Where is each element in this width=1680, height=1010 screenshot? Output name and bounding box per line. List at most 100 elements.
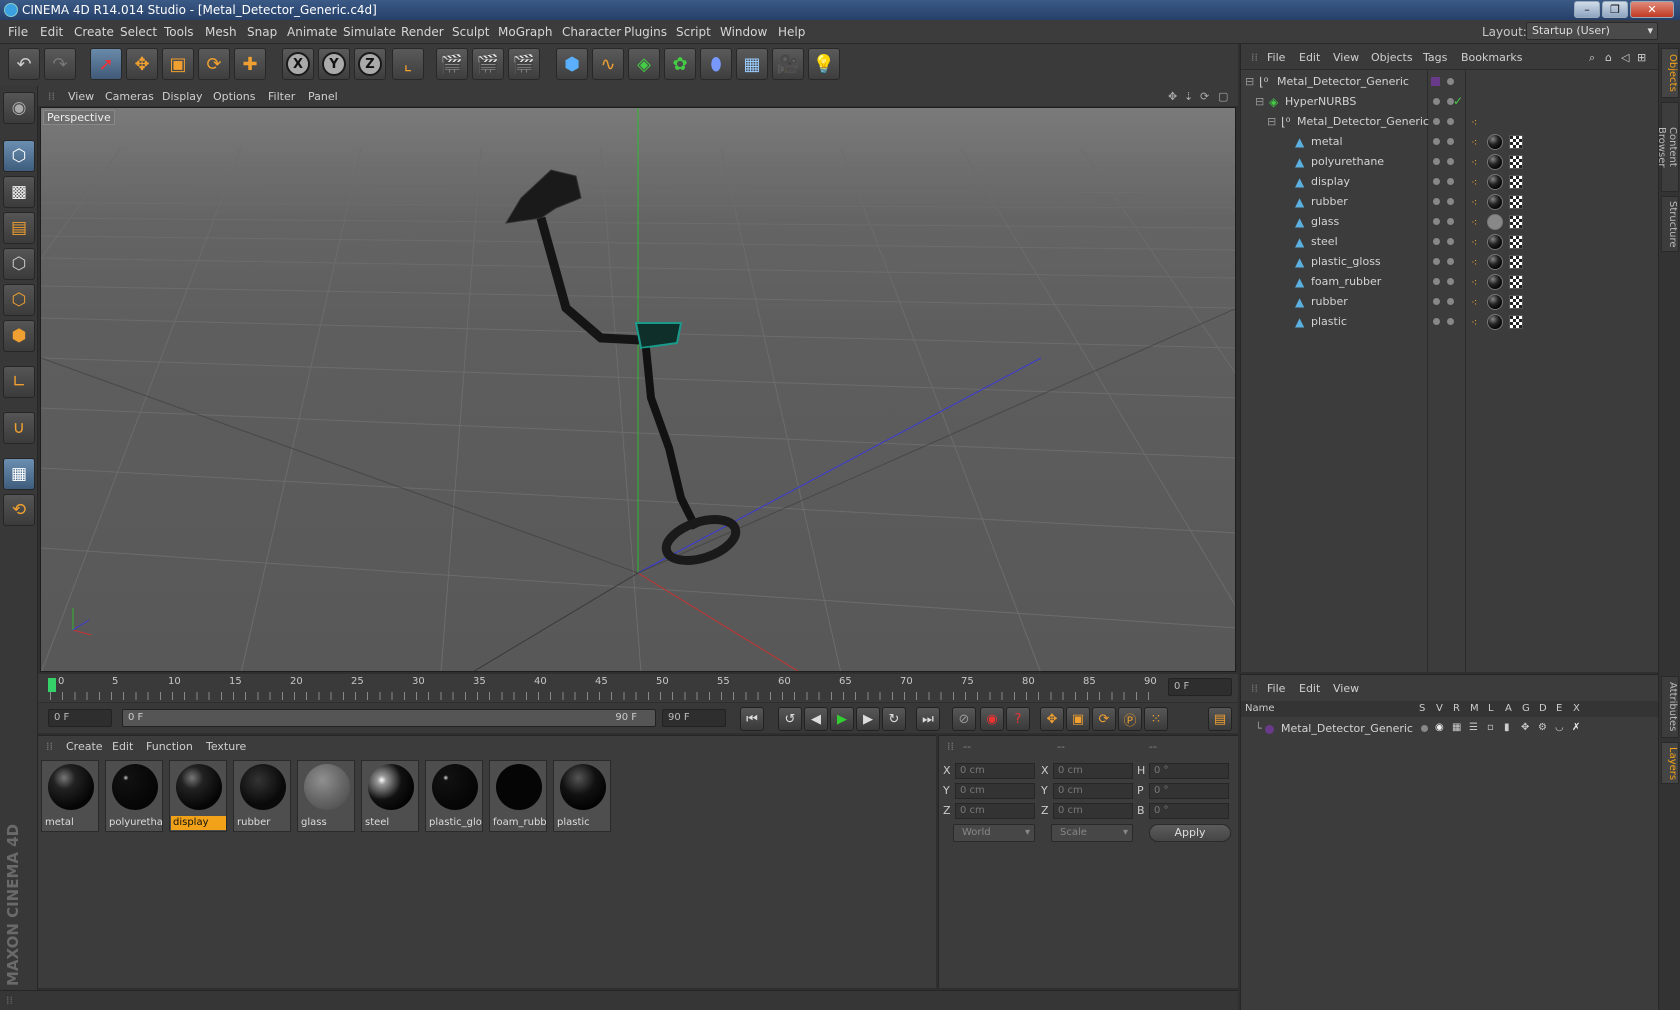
menu-script[interactable]: Script [676, 25, 711, 39]
redo-button[interactable]: ↷ [44, 48, 76, 80]
menu-render[interactable]: Render [401, 25, 444, 39]
deformer-icon[interactable]: ⚙ [1538, 722, 1547, 733]
column-expressions[interactable]: E [1556, 703, 1562, 714]
material-tag-icon[interactable] [1487, 154, 1503, 170]
menu-snap[interactable]: Snap [247, 25, 277, 39]
material-tag-icon[interactable] [1487, 314, 1503, 330]
end-frame-field[interactable]: 90 F [662, 709, 726, 727]
deformer-button[interactable]: ⬮ [700, 48, 732, 80]
material-menu-function[interactable]: Function [146, 740, 193, 753]
render-dot[interactable] [1447, 198, 1454, 205]
column-render[interactable]: R [1453, 703, 1460, 714]
back-icon[interactable]: ◁ [1621, 51, 1629, 64]
next-key-button[interactable]: ↻ [882, 707, 906, 731]
material-swatch[interactable]: metal [41, 760, 99, 832]
apply-button[interactable]: Apply [1149, 824, 1231, 842]
uvw-tag-icon[interactable] [1509, 235, 1523, 249]
frame-range-slider[interactable]: 0 F 90 F [122, 709, 656, 727]
viewport-menu-filter[interactable]: Filter [268, 90, 295, 103]
workplane-mode-button[interactable]: ▤ [3, 212, 35, 244]
viewport-menu-view[interactable]: View [68, 90, 94, 103]
material-tag-icon[interactable] [1487, 214, 1503, 230]
visibility-dot[interactable] [1433, 318, 1440, 325]
object-row[interactable]: ▲ plastic_gloss ⁖ [1241, 252, 1659, 272]
visibility-dot[interactable] [1433, 258, 1440, 265]
size-y-field[interactable]: 0 cm [1053, 783, 1133, 799]
pos-z-field[interactable]: 0 cm [955, 803, 1035, 819]
object-row[interactable]: ▲ plastic ⁖ [1241, 312, 1659, 332]
material-swatch[interactable]: polyuretha [105, 760, 163, 832]
render-dot[interactable] [1447, 258, 1454, 265]
eye-icon[interactable]: ◉ [1435, 722, 1444, 733]
generator-icon[interactable]: ✥ [1521, 722, 1529, 733]
key-rotation-button[interactable]: ⟳ [1092, 707, 1116, 731]
menu-window[interactable]: Window [720, 25, 767, 39]
new-panel-icon[interactable]: ⊞ [1637, 51, 1646, 64]
size-x-field[interactable]: 0 cm [1053, 763, 1133, 779]
tab-attributes[interactable]: Attributes [1661, 676, 1679, 738]
coordinate-mode-select[interactable]: World ▾ [953, 824, 1035, 842]
z-axis-button[interactable]: Z [354, 48, 386, 80]
column-solo[interactable]: S [1419, 703, 1425, 714]
render-dot[interactable] [1447, 218, 1454, 225]
axis-mode-button[interactable]: ∟ [3, 366, 35, 398]
phong-tag-icon[interactable]: ⁖ [1471, 276, 1477, 289]
visibility-dot[interactable] [1433, 118, 1440, 125]
key-position-button[interactable]: ✥ [1040, 707, 1064, 731]
render-dot[interactable] [1447, 298, 1454, 305]
render-dot[interactable] [1447, 118, 1454, 125]
uvw-tag-icon[interactable] [1509, 175, 1523, 189]
search-icon[interactable]: ⌕ [1589, 51, 1595, 65]
collapse-icon[interactable]: ⊟ [1245, 75, 1254, 88]
visibility-dot[interactable] [1433, 158, 1440, 165]
xref-icon[interactable]: ✗ [1572, 722, 1580, 733]
snap-button[interactable]: ∪ [3, 412, 35, 444]
material-swatch-selected[interactable]: display [169, 760, 227, 832]
column-locked[interactable]: L [1488, 703, 1494, 714]
animation-icon[interactable]: ▮ [1504, 722, 1510, 733]
size-z-field[interactable]: 0 cm [1053, 803, 1133, 819]
go-to-start-button[interactable]: ⏮ [740, 707, 764, 731]
y-axis-button[interactable]: Y [318, 48, 350, 80]
expression-icon[interactable]: ◡ [1555, 722, 1564, 733]
key-scale-button[interactable]: ▣ [1066, 707, 1090, 731]
material-tag-icon[interactable] [1487, 194, 1503, 210]
object-row[interactable]: ▲ foam_rubber ⁖ [1241, 272, 1659, 292]
undo-button[interactable]: ↶ [8, 48, 40, 80]
key-pla-button[interactable]: ⁙ [1144, 707, 1168, 731]
render-dot[interactable] [1447, 178, 1454, 185]
material-menu-create[interactable]: Create [66, 740, 103, 753]
phong-tag-icon[interactable]: ⁖ [1471, 216, 1477, 229]
viewport-rotate-icon[interactable]: ⟳ [1200, 90, 1209, 103]
material-tag-icon[interactable] [1487, 294, 1503, 310]
object-menu-edit[interactable]: Edit [1299, 51, 1320, 64]
phong-tag-icon[interactable]: ⁖ [1471, 156, 1477, 169]
menu-character[interactable]: Character [562, 25, 621, 39]
column-generators[interactable]: G [1522, 703, 1530, 714]
column-manager[interactable]: M [1470, 703, 1479, 714]
tab-layers[interactable]: Layers [1661, 742, 1679, 784]
object-row[interactable]: ▲ polyurethane ⁖ [1241, 152, 1659, 172]
visibility-dot[interactable] [1433, 278, 1440, 285]
light-button[interactable]: 💡 [808, 48, 840, 80]
menu-plugins[interactable]: Plugins [624, 25, 667, 39]
uvw-tag-icon[interactable] [1509, 215, 1523, 229]
polygons-mode-button[interactable]: ⬢ [3, 320, 35, 352]
column-view[interactable]: V [1436, 703, 1443, 714]
uvw-tag-icon[interactable] [1509, 135, 1523, 149]
phong-tag-icon[interactable]: ⁖ [1471, 136, 1477, 149]
make-editable-button[interactable]: ◉ [3, 92, 35, 124]
render-picture-viewer-button[interactable]: 🎬 [472, 48, 504, 80]
maximize-button[interactable]: ❐ [1602, 1, 1628, 18]
object-row[interactable]: ▲ rubber ⁖ [1241, 292, 1659, 312]
menu-edit[interactable]: Edit [40, 25, 63, 39]
object-row[interactable]: ▲ display ⁖ [1241, 172, 1659, 192]
uvw-tag-icon[interactable] [1509, 195, 1523, 209]
render-dot[interactable] [1447, 318, 1454, 325]
viewport-zoom-icon[interactable]: ⇣ [1184, 90, 1193, 103]
column-deformers[interactable]: D [1539, 703, 1547, 714]
planar-workplane-button[interactable]: ⟲ [3, 494, 35, 526]
checkmark-icon[interactable]: ✓ [1453, 94, 1463, 108]
rot-b-field[interactable]: 0 ° [1149, 803, 1229, 819]
move-button[interactable]: ✥ [126, 48, 158, 80]
